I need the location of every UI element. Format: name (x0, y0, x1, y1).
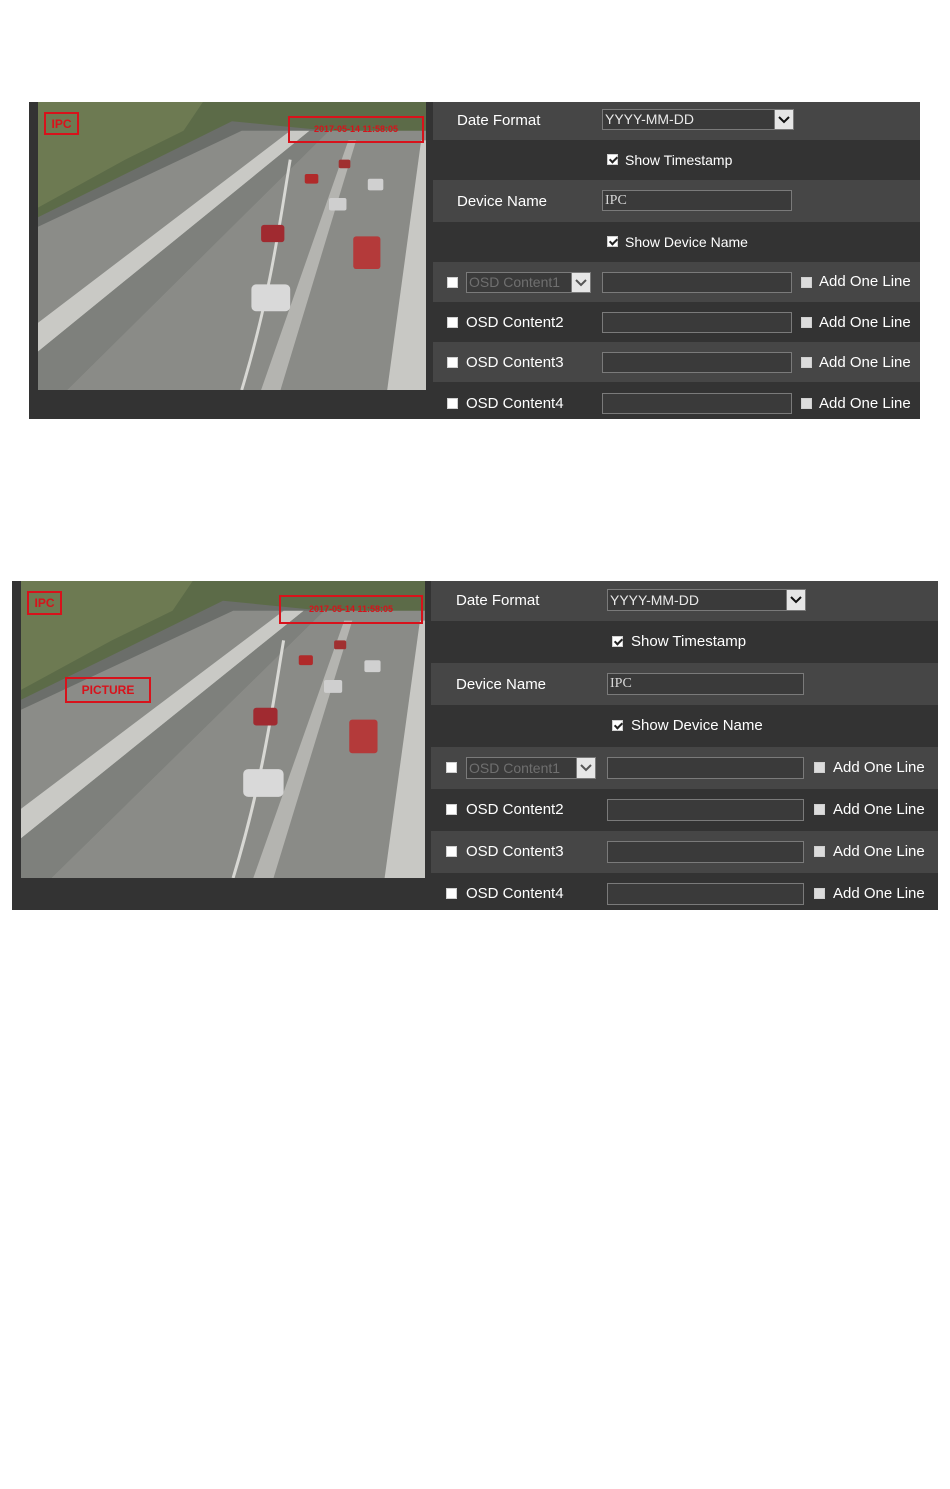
osd-content2-checkbox[interactable] (447, 317, 458, 328)
show-device-name-label: Show Device Name (625, 234, 748, 250)
osd-content1-select[interactable]: OSD Content1 (466, 272, 591, 293)
date-format-label: Date Format (456, 592, 540, 609)
osd-content2-input[interactable] (602, 312, 792, 333)
osd-content4-label: OSD Content4 (466, 395, 564, 412)
osd-content4-input[interactable] (602, 393, 792, 414)
video-preview: IPC 2017-05-14 11:58:05 PICTURE (21, 581, 425, 878)
osd-device-name-box: IPC (44, 112, 79, 135)
osd-content1-row: OSD Content1 Add One Line (433, 262, 920, 302)
osd-content3-label: OSD Content3 (466, 354, 564, 371)
road-scene-image (38, 102, 426, 390)
show-device-name-row: Show Device Name (431, 705, 938, 747)
date-format-label: Date Format (457, 112, 541, 129)
osd-content2-checkbox[interactable] (446, 804, 457, 815)
osd-content1-row: OSD Content1 Add One Line (431, 747, 938, 789)
osd-content3-input[interactable] (602, 352, 792, 373)
osd-content2-row: OSD Content2 Add One Line (431, 789, 938, 831)
osd-content3-row: OSD Content3 Add One Line (433, 342, 920, 382)
osd-content1-add-one-line-label: Add One Line (833, 759, 925, 776)
osd-content3-label: OSD Content3 (466, 843, 564, 860)
device-name-row: Device Name IPC (433, 180, 920, 222)
osd-picture-box: PICTURE (65, 677, 151, 703)
osd-content4-checkbox[interactable] (447, 398, 458, 409)
device-name-input[interactable]: IPC (602, 190, 792, 211)
osd-content3-add-one-line-checkbox[interactable] (801, 357, 812, 368)
osd-content1-checkbox[interactable] (446, 762, 457, 773)
osd-content3-row: OSD Content3 Add One Line (431, 831, 938, 873)
osd-content3-add-one-line-label: Add One Line (833, 843, 925, 860)
osd-content4-label: OSD Content4 (466, 885, 564, 902)
date-format-row: Date Format YYYY-MM-DD (431, 581, 938, 621)
device-name-label: Device Name (457, 193, 548, 210)
osd-content2-label: OSD Content2 (466, 801, 564, 818)
osd-content1-add-one-line-label: Add One Line (819, 273, 911, 290)
road-scene-image (21, 581, 425, 878)
osd-content1-add-one-line-checkbox[interactable] (801, 277, 812, 288)
osd-content4-input[interactable] (607, 883, 804, 905)
video-preview: IPC 2017-05-14 11:58:05 (38, 102, 426, 390)
osd-content4-add-one-line-label: Add One Line (833, 885, 925, 902)
osd-content3-add-one-line-checkbox[interactable] (814, 846, 825, 857)
osd-content1-input[interactable] (607, 757, 804, 779)
osd-content1-checkbox[interactable] (447, 277, 458, 288)
chevron-down-icon[interactable] (774, 110, 793, 129)
osd-content2-add-one-line-checkbox[interactable] (801, 317, 812, 328)
chevron-down-icon[interactable] (576, 758, 595, 778)
osd-content2-add-one-line-label: Add One Line (833, 801, 925, 818)
osd-content2-row: OSD Content2 Add One Line (433, 302, 920, 342)
osd-content1-input[interactable] (602, 272, 792, 293)
osd-content3-add-one-line-label: Add One Line (819, 354, 911, 371)
date-format-value: YYYY-MM-DD (605, 111, 694, 127)
show-timestamp-checkbox[interactable] (612, 636, 623, 647)
osd-content1-select[interactable]: OSD Content1 (466, 757, 596, 779)
show-timestamp-row: Show Timestamp (433, 140, 920, 180)
osd-content1-value: OSD Content1 (469, 274, 561, 290)
osd-device-name-box: IPC (27, 591, 62, 615)
osd-form: Date Format YYYY-MM-DD Show Timestamp De… (433, 102, 920, 419)
chevron-down-icon[interactable] (571, 273, 590, 292)
osd-content2-add-one-line-checkbox[interactable] (814, 804, 825, 815)
date-format-select[interactable]: YYYY-MM-DD (602, 109, 794, 130)
date-format-row: Date Format YYYY-MM-DD (433, 102, 920, 140)
osd-content2-add-one-line-label: Add One Line (819, 314, 911, 331)
device-name-row: Device Name IPC (431, 663, 938, 705)
show-device-name-label: Show Device Name (631, 717, 763, 734)
osd-form: Date Format YYYY-MM-DD Show Timestamp De… (431, 581, 938, 910)
osd-content2-label: OSD Content2 (466, 314, 564, 331)
show-timestamp-checkbox[interactable] (607, 154, 618, 165)
date-format-value: YYYY-MM-DD (610, 592, 699, 608)
show-device-name-row: Show Device Name (433, 222, 920, 262)
osd-timestamp-box: 2017-05-14 11:58:05 (279, 595, 423, 624)
date-format-select[interactable]: YYYY-MM-DD (607, 589, 806, 611)
show-device-name-checkbox[interactable] (612, 720, 623, 731)
show-timestamp-row: Show Timestamp (431, 621, 938, 663)
osd-settings-panel-2: IPC 2017-05-14 11:58:05 PICTURE Date For… (12, 581, 938, 910)
osd-content1-add-one-line-checkbox[interactable] (814, 762, 825, 773)
show-timestamp-label: Show Timestamp (631, 633, 747, 650)
osd-timestamp-box: 2017-05-14 11:58:05 (288, 116, 424, 143)
osd-content3-checkbox[interactable] (446, 846, 457, 857)
osd-content3-input[interactable] (607, 841, 804, 863)
osd-content4-row: OSD Content4 Add One Line (433, 382, 920, 419)
osd-content2-input[interactable] (607, 799, 804, 821)
osd-content3-checkbox[interactable] (447, 357, 458, 368)
device-name-input[interactable]: IPC (607, 673, 804, 695)
osd-content4-row: OSD Content4 Add One Line (431, 873, 938, 910)
osd-content4-checkbox[interactable] (446, 888, 457, 899)
osd-content4-add-one-line-label: Add One Line (819, 395, 911, 412)
show-device-name-checkbox[interactable] (607, 236, 618, 247)
osd-settings-panel-1: IPC 2017-05-14 11:58:05 Date Format YYYY… (29, 102, 920, 419)
osd-content4-add-one-line-checkbox[interactable] (814, 888, 825, 899)
device-name-label: Device Name (456, 676, 547, 693)
osd-content1-value: OSD Content1 (469, 760, 561, 776)
chevron-down-icon[interactable] (786, 590, 805, 610)
show-timestamp-label: Show Timestamp (625, 152, 733, 168)
osd-content4-add-one-line-checkbox[interactable] (801, 398, 812, 409)
